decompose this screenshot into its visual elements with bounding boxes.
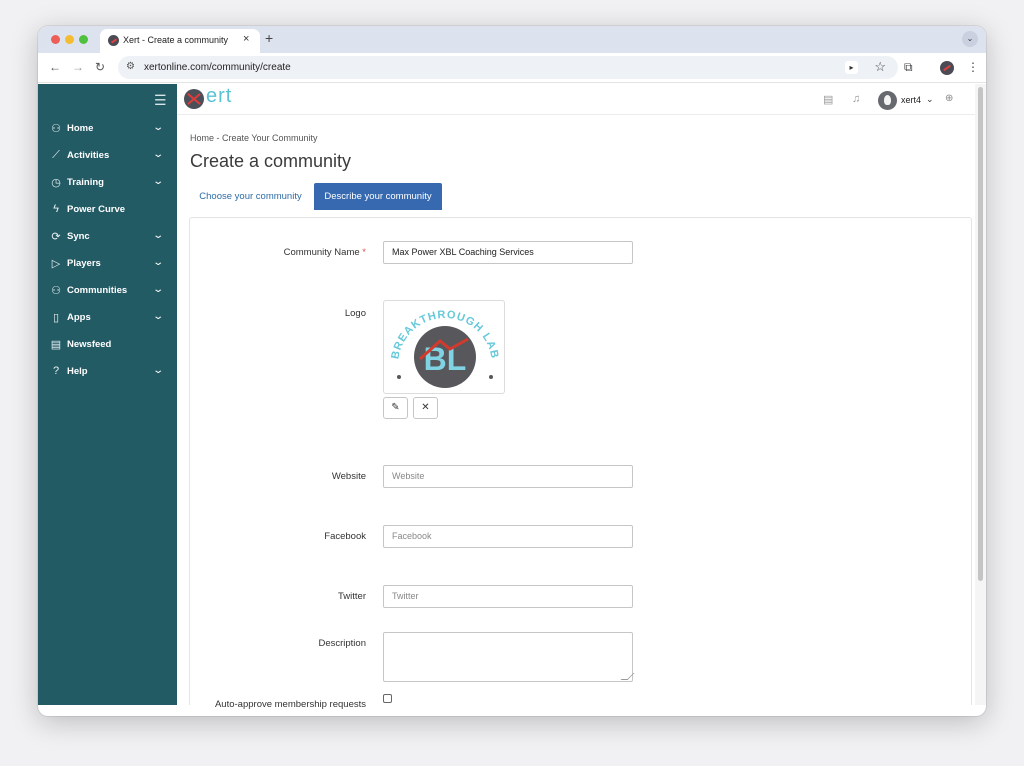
community-name-label: Community Name *: [283, 247, 366, 258]
sidebar-item-players[interactable]: ▷ Players ⌄: [38, 252, 177, 278]
tab-choose-community[interactable]: Choose your community: [189, 183, 312, 210]
scrollbar-thumb[interactable]: [978, 87, 983, 581]
avatar[interactable]: [878, 91, 897, 110]
chevron-down-icon[interactable]: ⌄: [152, 311, 164, 322]
back-arrow-icon[interactable]: ←: [49, 60, 61, 74]
site-settings-icon[interactable]: ⚙: [126, 61, 135, 72]
remove-logo-button[interactable]: ✕: [413, 397, 438, 419]
chevron-down-icon[interactable]: ⌄: [152, 365, 164, 376]
breakthrough-lab-logo-image: BREAKTHROUGH LAB BL: [389, 309, 500, 388]
tab-close-icon[interactable]: ×: [243, 33, 249, 45]
sidebar-item-apps[interactable]: ▯ Apps ⌄: [38, 306, 177, 332]
maximize-window-button[interactable]: [79, 35, 88, 44]
browser-menu-icon[interactable]: ⋮: [967, 60, 979, 74]
reload-icon[interactable]: ↻: [95, 60, 105, 74]
help-circle-icon: ?: [52, 365, 60, 377]
page-title: Create a community: [190, 151, 352, 171]
newspaper-icon[interactable]: ▤: [823, 93, 833, 106]
user-icon: ⚇: [51, 123, 61, 135]
xert-favicon-icon: [108, 35, 119, 46]
play-circle-icon: ▷: [51, 258, 61, 270]
sidebar-item-power-curve[interactable]: ϟ Power Curve: [38, 198, 177, 224]
chart-line-icon: ⟋: [52, 149, 60, 161]
sidebar: ☰ ⚇ Home ⌄ ⟋ Activities ⌄ ◷ Training ⌄ ϟ…: [38, 84, 177, 705]
edit-logo-button[interactable]: ✎: [383, 397, 408, 419]
chevron-down-icon[interactable]: ⌄: [152, 122, 164, 133]
sidebar-item-training[interactable]: ◷ Training ⌄: [38, 171, 177, 197]
chevron-down-icon[interactable]: ⌄: [152, 176, 164, 187]
chevron-down-icon[interactable]: ⌄: [926, 94, 934, 105]
extensions-puzzle-icon[interactable]: ⧉: [904, 60, 913, 75]
breadcrumb[interactable]: Home - Create Your Community: [190, 133, 318, 143]
browser-toolbar: ← → ↻ ⚙ xertonline.com/community/create …: [38, 53, 986, 83]
address-bar[interactable]: ⚙ xertonline.com/community/create ▸ ☆: [118, 56, 898, 79]
main-content: ert ▤ ♫ xert4 ⌄ ⊕ Home - Create Your Com…: [177, 84, 986, 710]
sidebar-item-activities[interactable]: ⟋ Activities ⌄: [38, 144, 177, 170]
browser-window: Xert - Create a community × + ⌄ ← → ↻ ⚙ …: [38, 26, 986, 716]
sidebar-item-newsfeed[interactable]: ▤ Newsfeed: [38, 333, 177, 359]
sidebar-item-label: Power Curve: [67, 204, 126, 215]
lightning-icon: ϟ: [53, 203, 59, 215]
chevron-down-icon[interactable]: ⌄: [152, 230, 164, 241]
description-textarea[interactable]: [383, 632, 633, 682]
sidebar-item-label: Sync: [67, 231, 90, 242]
logo-preview: BREAKTHROUGH LAB BL: [383, 300, 505, 394]
sidebar-item-label: Home: [67, 123, 94, 134]
bookmark-star-icon[interactable]: ☆: [874, 59, 886, 75]
add-circle-icon[interactable]: ⊕: [945, 93, 953, 104]
sidebar-item-label: Activities: [67, 150, 110, 161]
app-header: ert ▤ ♫ xert4 ⌄ ⊕: [177, 84, 975, 115]
bell-icon[interactable]: ♫: [852, 93, 860, 105]
xert-logo-icon[interactable]: [184, 89, 204, 109]
phone-icon: ▯: [52, 312, 60, 324]
user-name[interactable]: xert4: [901, 95, 921, 105]
auto-approve-label: Auto-approve membership requests: [214, 699, 366, 710]
tab-title: Xert - Create a community: [123, 35, 229, 45]
newspaper-icon: ▤: [50, 339, 62, 351]
required-marker: *: [362, 247, 366, 258]
sidebar-item-label: Newsfeed: [67, 339, 112, 350]
page-scrollbar[interactable]: [975, 84, 986, 705]
tab-strip: Xert - Create a community × + ⌄: [38, 26, 986, 53]
logo-label: Logo: [344, 308, 366, 319]
website-input[interactable]: Website: [383, 465, 633, 488]
website-label: Website: [331, 471, 366, 482]
sync-icon: ⟳: [51, 231, 61, 243]
auto-approve-checkbox[interactable]: [383, 694, 392, 703]
minimize-window-button[interactable]: [65, 35, 74, 44]
sidebar-item-label: Help: [67, 366, 88, 377]
facebook-input[interactable]: Facebook: [383, 525, 633, 548]
forward-arrow-icon[interactable]: →: [72, 60, 84, 74]
sidebar-item-help[interactable]: ? Help ⌄: [38, 360, 177, 386]
tab-describe-community[interactable]: Describe your community: [314, 183, 442, 210]
sidebar-item-label: Training: [67, 177, 104, 188]
community-name-input[interactable]: Max Power XBL Coaching Services: [383, 241, 633, 264]
new-tab-button[interactable]: +: [265, 30, 273, 46]
cast-icon[interactable]: ▸: [845, 61, 858, 74]
chevron-down-icon[interactable]: ⌄: [152, 257, 164, 268]
sidebar-item-sync[interactable]: ⟳ Sync ⌄: [38, 225, 177, 251]
stopwatch-icon: ◷: [51, 177, 61, 189]
xert-logo-text[interactable]: ert: [206, 85, 232, 108]
facebook-label: Facebook: [324, 531, 366, 542]
browser-tab[interactable]: Xert - Create a community ×: [100, 29, 260, 53]
description-label: Description: [318, 638, 366, 649]
sidebar-item-label: Players: [67, 258, 101, 269]
hamburger-menu-icon[interactable]: ☰: [154, 92, 167, 109]
sidebar-item-label: Communities: [67, 285, 128, 296]
sidebar-item-label: Apps: [67, 312, 91, 323]
close-window-button[interactable]: [51, 35, 60, 44]
sidebar-item-communities[interactable]: ⚇ Communities ⌄: [38, 279, 177, 305]
people-icon: ⚇: [51, 285, 61, 297]
profile-avatar-icon[interactable]: [940, 61, 954, 75]
chevron-down-icon[interactable]: ⌄: [152, 284, 164, 295]
sidebar-item-home[interactable]: ⚇ Home ⌄: [38, 117, 177, 143]
url-text[interactable]: xertonline.com/community/create: [144, 62, 291, 73]
chevron-down-icon[interactable]: ⌄: [152, 149, 164, 160]
app-area: ☰ ⚇ Home ⌄ ⟋ Activities ⌄ ◷ Training ⌄ ϟ…: [38, 84, 986, 710]
twitter-input[interactable]: Twitter: [383, 585, 633, 608]
tab-search-chevron-icon[interactable]: ⌄: [962, 31, 978, 47]
twitter-label: Twitter: [338, 591, 366, 602]
